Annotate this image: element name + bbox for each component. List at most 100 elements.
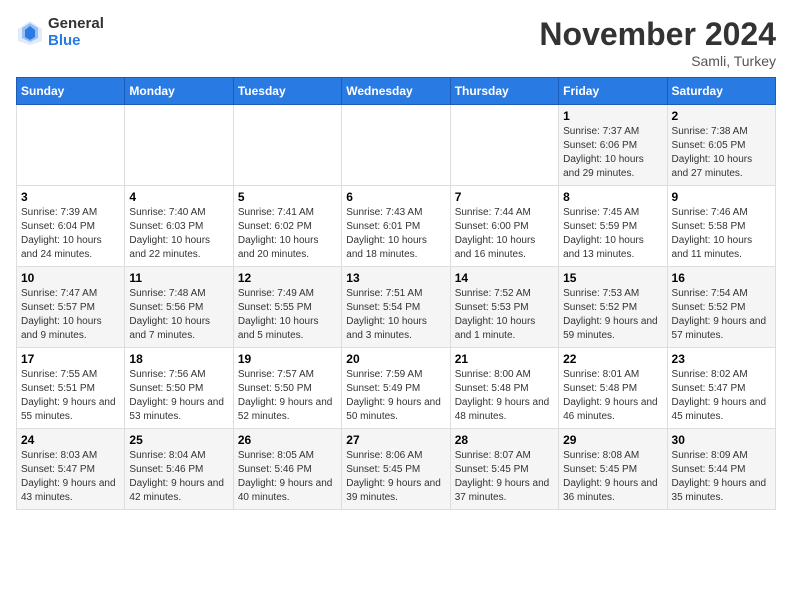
day-info: Sunrise: 8:06 AM Sunset: 5:45 PM Dayligh… bbox=[346, 449, 445, 505]
day-number: 18 bbox=[129, 352, 228, 366]
calendar-week-row: 24Sunrise: 8:03 AM Sunset: 5:47 PM Dayli… bbox=[17, 429, 776, 510]
weekday-header: Monday bbox=[125, 78, 233, 105]
calendar-day-cell: 29 Sunrise: 8:08 AM Sunset: 5:45 PM Dayli… bbox=[559, 429, 667, 510]
weekday-header-row: SundayMondayTuesdayWednesdayThursdayFrid… bbox=[17, 78, 776, 105]
weekday-header: Sunday bbox=[17, 78, 125, 105]
day-info: Sunrise: 8:00 AM Sunset: 5:48 PM Dayligh… bbox=[455, 368, 554, 424]
day-number: 26 bbox=[238, 433, 337, 447]
day-info: Sunrise: 7:41 AM Sunset: 6:02 PM Dayligh… bbox=[238, 206, 337, 262]
calendar-week-row: 10 Sunrise: 7:47 AM Sunset: 5:57 PM Dayli… bbox=[17, 267, 776, 348]
calendar-day-cell: 5 Sunrise: 7:41 AM Sunset: 6:02 PM Daylig… bbox=[233, 186, 341, 267]
calendar-day-cell bbox=[125, 105, 233, 186]
day-info: Sunrise: 7:38 AM Sunset: 6:05 PM Dayligh… bbox=[672, 125, 771, 181]
calendar-day-cell: 14 Sunrise: 7:52 AM Sunset: 5:53 PM Dayli… bbox=[450, 267, 558, 348]
calendar-day-cell: 3Sunrise: 7:39 AM Sunset: 6:04 PM Daylig… bbox=[17, 186, 125, 267]
day-info: Sunrise: 8:02 AM Sunset: 5:47 PM Dayligh… bbox=[672, 368, 771, 424]
day-number: 12 bbox=[238, 271, 337, 285]
calendar-day-cell: 28 Sunrise: 8:07 AM Sunset: 5:45 PM Dayli… bbox=[450, 429, 558, 510]
day-info: Sunrise: 7:47 AM Sunset: 5:57 PM Dayligh… bbox=[21, 287, 120, 343]
weekday-header: Friday bbox=[559, 78, 667, 105]
month-title: November 2024 bbox=[539, 16, 776, 53]
calendar-day-cell: 6Sunrise: 7:43 AM Sunset: 6:01 PM Daylig… bbox=[342, 186, 450, 267]
day-info: Sunrise: 8:08 AM Sunset: 5:45 PM Dayligh… bbox=[563, 449, 662, 505]
day-info: Sunrise: 7:48 AM Sunset: 5:56 PM Dayligh… bbox=[129, 287, 228, 343]
calendar-day-cell bbox=[233, 105, 341, 186]
day-info: Sunrise: 8:07 AM Sunset: 5:45 PM Dayligh… bbox=[455, 449, 554, 505]
day-number: 17 bbox=[21, 352, 120, 366]
calendar-day-cell: 27 Sunrise: 8:06 AM Sunset: 5:45 PM Dayli… bbox=[342, 429, 450, 510]
calendar-table: SundayMondayTuesdayWednesdayThursdayFrid… bbox=[16, 77, 776, 510]
day-number: 28 bbox=[455, 433, 554, 447]
day-number: 8 bbox=[563, 190, 662, 204]
day-info: Sunrise: 7:54 AM Sunset: 5:52 PM Dayligh… bbox=[672, 287, 771, 343]
day-info: Sunrise: 7:37 AM Sunset: 6:06 PM Dayligh… bbox=[563, 125, 662, 181]
calendar-day-cell: 26 Sunrise: 8:05 AM Sunset: 5:46 PM Dayli… bbox=[233, 429, 341, 510]
page-header: General Blue November 2024 Samli, Turkey bbox=[16, 16, 776, 69]
calendar-day-cell bbox=[342, 105, 450, 186]
day-number: 22 bbox=[563, 352, 662, 366]
day-number: 2 bbox=[672, 109, 771, 123]
calendar-day-cell: 18 Sunrise: 7:56 AM Sunset: 5:50 PM Dayli… bbox=[125, 348, 233, 429]
day-info: Sunrise: 7:46 AM Sunset: 5:58 PM Dayligh… bbox=[672, 206, 771, 262]
day-info: Sunrise: 8:09 AM Sunset: 5:44 PM Dayligh… bbox=[672, 449, 771, 505]
day-number: 10 bbox=[21, 271, 120, 285]
day-info: Sunrise: 7:39 AM Sunset: 6:04 PM Dayligh… bbox=[21, 206, 120, 262]
logo-general: General bbox=[48, 16, 104, 33]
calendar-day-cell: 16 Sunrise: 7:54 AM Sunset: 5:52 PM Dayli… bbox=[667, 267, 775, 348]
day-info: Sunrise: 7:40 AM Sunset: 6:03 PM Dayligh… bbox=[129, 206, 228, 262]
weekday-header: Tuesday bbox=[233, 78, 341, 105]
calendar-day-cell: 21 Sunrise: 8:00 AM Sunset: 5:48 PM Dayli… bbox=[450, 348, 558, 429]
calendar-day-cell: 8 Sunrise: 7:45 AM Sunset: 5:59 PM Daylig… bbox=[559, 186, 667, 267]
calendar-day-cell: 4 Sunrise: 7:40 AM Sunset: 6:03 PM Daylig… bbox=[125, 186, 233, 267]
calendar-day-cell: 20 Sunrise: 7:59 AM Sunset: 5:49 PM Dayli… bbox=[342, 348, 450, 429]
location: Samli, Turkey bbox=[539, 53, 776, 69]
calendar-day-cell: 2 Sunrise: 7:38 AM Sunset: 6:05 PM Daylig… bbox=[667, 105, 775, 186]
weekday-header: Wednesday bbox=[342, 78, 450, 105]
calendar-day-cell: 1 Sunrise: 7:37 AM Sunset: 6:06 PM Daylig… bbox=[559, 105, 667, 186]
calendar-day-cell: 24Sunrise: 8:03 AM Sunset: 5:47 PM Dayli… bbox=[17, 429, 125, 510]
calendar-week-row: 3Sunrise: 7:39 AM Sunset: 6:04 PM Daylig… bbox=[17, 186, 776, 267]
day-number: 19 bbox=[238, 352, 337, 366]
day-info: Sunrise: 7:45 AM Sunset: 5:59 PM Dayligh… bbox=[563, 206, 662, 262]
calendar-day-cell: 19Sunrise: 7:57 AM Sunset: 5:50 PM Dayli… bbox=[233, 348, 341, 429]
day-number: 7 bbox=[455, 190, 554, 204]
calendar-day-cell: 10 Sunrise: 7:47 AM Sunset: 5:57 PM Dayli… bbox=[17, 267, 125, 348]
day-number: 1 bbox=[563, 109, 662, 123]
day-number: 23 bbox=[672, 352, 771, 366]
day-number: 14 bbox=[455, 271, 554, 285]
calendar-day-cell: 11Sunrise: 7:48 AM Sunset: 5:56 PM Dayli… bbox=[125, 267, 233, 348]
day-info: Sunrise: 7:44 AM Sunset: 6:00 PM Dayligh… bbox=[455, 206, 554, 262]
day-number: 4 bbox=[129, 190, 228, 204]
day-info: Sunrise: 7:52 AM Sunset: 5:53 PM Dayligh… bbox=[455, 287, 554, 343]
calendar-week-row: 1 Sunrise: 7:37 AM Sunset: 6:06 PM Daylig… bbox=[17, 105, 776, 186]
day-number: 20 bbox=[346, 352, 445, 366]
logo-text: General Blue bbox=[48, 16, 104, 49]
calendar-day-cell: 7 Sunrise: 7:44 AM Sunset: 6:00 PM Daylig… bbox=[450, 186, 558, 267]
day-info: Sunrise: 7:43 AM Sunset: 6:01 PM Dayligh… bbox=[346, 206, 445, 262]
title-block: November 2024 Samli, Turkey bbox=[539, 16, 776, 69]
day-info: Sunrise: 8:03 AM Sunset: 5:47 PM Dayligh… bbox=[21, 449, 120, 505]
day-number: 15 bbox=[563, 271, 662, 285]
day-number: 29 bbox=[563, 433, 662, 447]
calendar-day-cell: 25Sunrise: 8:04 AM Sunset: 5:46 PM Dayli… bbox=[125, 429, 233, 510]
day-info: Sunrise: 7:59 AM Sunset: 5:49 PM Dayligh… bbox=[346, 368, 445, 424]
calendar-day-cell: 17Sunrise: 7:55 AM Sunset: 5:51 PM Dayli… bbox=[17, 348, 125, 429]
calendar-day-cell: 30 Sunrise: 8:09 AM Sunset: 5:44 PM Dayli… bbox=[667, 429, 775, 510]
logo-blue: Blue bbox=[48, 33, 104, 50]
day-number: 30 bbox=[672, 433, 771, 447]
day-number: 21 bbox=[455, 352, 554, 366]
day-number: 16 bbox=[672, 271, 771, 285]
day-info: Sunrise: 8:01 AM Sunset: 5:48 PM Dayligh… bbox=[563, 368, 662, 424]
calendar-day-cell: 13Sunrise: 7:51 AM Sunset: 5:54 PM Dayli… bbox=[342, 267, 450, 348]
day-number: 25 bbox=[129, 433, 228, 447]
day-number: 13 bbox=[346, 271, 445, 285]
day-info: Sunrise: 8:05 AM Sunset: 5:46 PM Dayligh… bbox=[238, 449, 337, 505]
day-info: Sunrise: 7:49 AM Sunset: 5:55 PM Dayligh… bbox=[238, 287, 337, 343]
day-info: Sunrise: 7:53 AM Sunset: 5:52 PM Dayligh… bbox=[563, 287, 662, 343]
calendar-day-cell: 12 Sunrise: 7:49 AM Sunset: 5:55 PM Dayli… bbox=[233, 267, 341, 348]
day-info: Sunrise: 7:56 AM Sunset: 5:50 PM Dayligh… bbox=[129, 368, 228, 424]
weekday-header: Saturday bbox=[667, 78, 775, 105]
day-number: 5 bbox=[238, 190, 337, 204]
logo: General Blue bbox=[16, 16, 104, 49]
day-number: 27 bbox=[346, 433, 445, 447]
